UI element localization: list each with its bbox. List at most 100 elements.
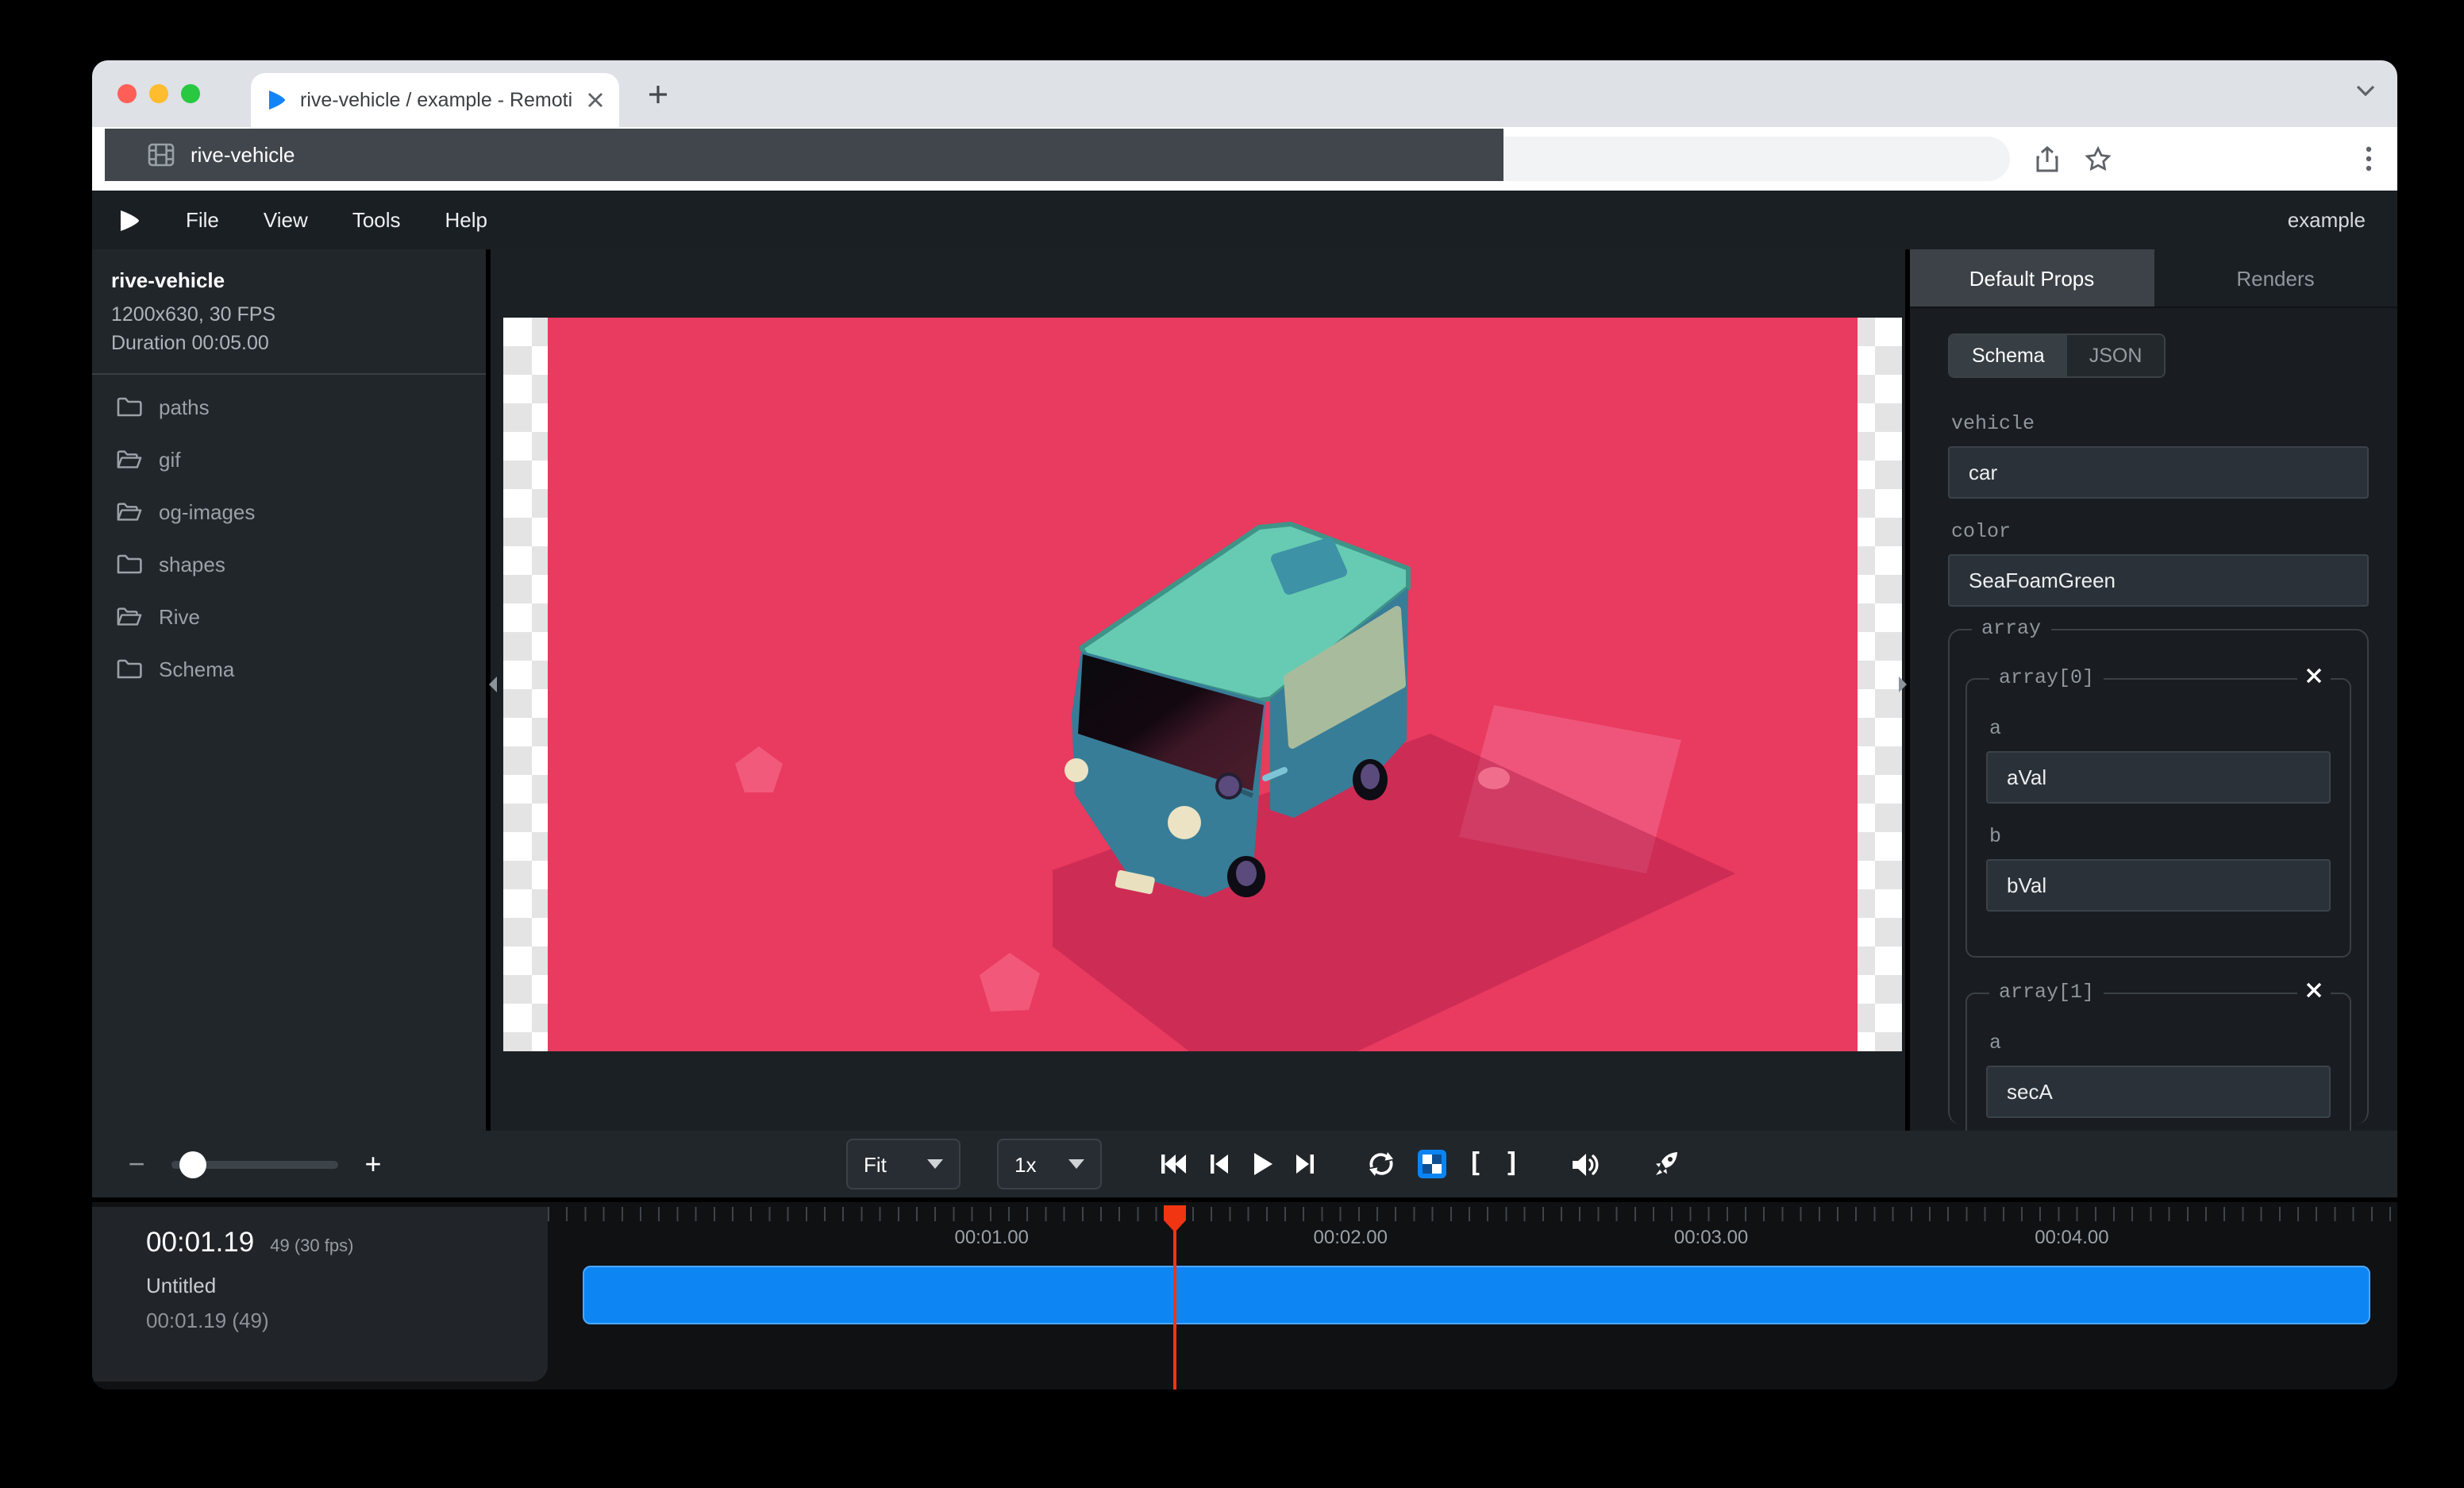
composition-canvas [503, 318, 1902, 1051]
remove-array-item-0-icon[interactable] [2297, 667, 2331, 684]
window-controls [117, 84, 200, 103]
color-input[interactable]: SeaFoamGreen [1948, 554, 2369, 607]
composition-label: paths [159, 395, 210, 419]
vehicle-input[interactable]: car [1948, 446, 2369, 499]
remotion-logo-icon [117, 207, 141, 233]
timeline: 00:01.0000:02.0000:03.0000:04.00 00:01.1… [92, 1202, 2397, 1390]
field-label-color: color [1951, 521, 2369, 543]
screen: rive-vehicle / example - Remoti [0, 0, 2464, 1488]
array-item-0-fieldset: array[0] a aVal b bVal [1965, 678, 2351, 958]
field-label-b: b [1989, 826, 2331, 848]
composition-list-item[interactable]: Rive [92, 591, 486, 643]
project-name: rive-vehicle [111, 268, 467, 292]
app-menubar: FileViewToolsHelp example [92, 191, 2397, 249]
composition-list-item[interactable]: gif [92, 434, 486, 486]
timeline-info-panel: 00:01.19 49 (30 fps) Untitled 00:01.19 (… [92, 1207, 548, 1382]
browser-tab[interactable]: rive-vehicle / example - Remoti [251, 73, 619, 127]
props-panel-tabs: Default Props Renders [1910, 249, 2397, 308]
tab-close-icon[interactable] [587, 92, 603, 108]
checkerboard-pattern [1423, 1155, 1442, 1174]
project-duration: Duration 00:05.00 [111, 329, 467, 357]
new-tab-button[interactable] [645, 81, 672, 108]
collapse-right-panel-handle[interactable] [1892, 672, 1908, 697]
folder-icon [116, 553, 143, 576]
previous-frame-button[interactable] [1208, 1151, 1230, 1177]
timeline-track-bar[interactable] [583, 1266, 2370, 1324]
composition-label: gif [159, 448, 180, 472]
render-rocket-icon[interactable] [1650, 1149, 1681, 1179]
array-0-b-input[interactable]: bVal [1986, 859, 2331, 912]
field-label-a: a [1989, 1032, 2331, 1054]
close-window-button[interactable] [117, 84, 137, 103]
compositions-sidebar: rive-vehicle 1200x630, 30 FPS Duration 0… [92, 249, 486, 1131]
zoom-out-button[interactable]: − [124, 1147, 149, 1181]
menu-item[interactable]: Tools [330, 207, 423, 231]
bookmark-star-icon[interactable] [2085, 146, 2112, 172]
tab-renders[interactable]: Renders [2154, 249, 2397, 306]
composition-list-item[interactable]: og-images [92, 486, 486, 538]
composition-list-item[interactable]: shapes [92, 538, 486, 591]
fit-select[interactable]: Fit [846, 1139, 961, 1189]
array-item-0-title: array[0] [1989, 667, 2104, 689]
next-frame-button[interactable] [1294, 1151, 1316, 1177]
transparency-toggle-icon[interactable] [1418, 1150, 1446, 1178]
set-in-point-icon[interactable]: [ [1467, 1148, 1484, 1180]
chevron-down-icon [927, 1159, 943, 1169]
current-timecode: 00:01.19 [146, 1226, 254, 1259]
folder-open-icon [116, 500, 143, 524]
track-name: Untitled [146, 1274, 548, 1297]
vehicle-illustration [548, 318, 1858, 1051]
props-panel-body: Schema JSON vehicle car color SeaFoamGre… [1910, 308, 2397, 1131]
composition-list-item[interactable]: Schema [92, 643, 486, 696]
jump-to-start-button[interactable] [1159, 1151, 1188, 1177]
array-0-a-input[interactable]: aVal [1986, 751, 2331, 804]
composition-list-item[interactable]: paths [92, 381, 486, 434]
ruler-time-label: 00:04.00 [2035, 1226, 2108, 1248]
composition-label: Schema [159, 657, 234, 681]
zoom-control: − + [124, 1131, 386, 1197]
ruler-time-label: 00:03.00 [1674, 1226, 1748, 1248]
toggle-json[interactable]: JSON [2067, 335, 2165, 376]
collapse-left-panel-handle[interactable] [487, 672, 503, 697]
toggle-schema[interactable]: Schema [1950, 335, 2067, 376]
timeline-ruler[interactable]: 00:01.0000:02.0000:03.0000:04.00 [548, 1207, 2397, 1264]
track-duration: 00:01.19 (49) [146, 1309, 548, 1332]
zoom-slider[interactable] [171, 1160, 338, 1168]
app-menu-items: FileViewToolsHelp [164, 206, 510, 234]
volume-icon[interactable] [1569, 1151, 1601, 1178]
project-info: rive-vehicle 1200x630, 30 FPS Duration 0… [92, 249, 486, 375]
tab-title: rive-vehicle / example - Remoti [300, 89, 575, 111]
menu-item[interactable]: File [164, 207, 241, 231]
schema-json-toggle: Schema JSON [1948, 333, 2166, 378]
project-label: example [2288, 208, 2372, 232]
chevron-down-icon [1068, 1159, 1084, 1169]
playback-rate-select[interactable]: 1x [997, 1139, 1102, 1189]
play-button[interactable] [1251, 1151, 1273, 1177]
remotion-favicon [267, 89, 287, 111]
folder-icon [116, 395, 143, 419]
playback-toolbar: − + Fit 1x [92, 1131, 2397, 1202]
zoom-in-button[interactable]: + [360, 1147, 386, 1181]
browser-tabstrip: rive-vehicle / example - Remoti [92, 60, 2397, 127]
array-1-a-input[interactable]: secA [1986, 1066, 2331, 1118]
folder-open-icon [116, 605, 143, 629]
array-item-1-fieldset: array[1] a secA b [1965, 993, 2351, 1131]
tab-search-chevron-icon[interactable] [2356, 84, 2375, 97]
project-resolution: 1200x630, 30 FPS [111, 300, 467, 329]
ruler-time-label: 00:02.00 [1314, 1226, 1388, 1248]
set-out-point-icon[interactable]: ] [1504, 1148, 1521, 1180]
share-icon[interactable] [2035, 145, 2059, 172]
remove-array-item-1-icon[interactable] [2297, 981, 2331, 999]
field-label-a: a [1989, 718, 2331, 740]
tab-default-props[interactable]: Default Props [1910, 249, 2154, 306]
playhead[interactable] [1173, 1205, 1176, 1390]
fullscreen-window-button[interactable] [181, 84, 200, 103]
minimize-window-button[interactable] [149, 84, 168, 103]
menu-item[interactable]: View [241, 207, 330, 231]
menu-item[interactable]: Help [423, 207, 510, 231]
vehicle-artboard [548, 318, 1858, 1051]
loop-toggle-icon[interactable] [1365, 1150, 1397, 1178]
zoom-slider-thumb[interactable] [179, 1151, 206, 1178]
array-fieldset: array array[0] a aVal b bVal [1948, 629, 2369, 1124]
browser-menu-kebab-icon[interactable] [2366, 146, 2372, 172]
